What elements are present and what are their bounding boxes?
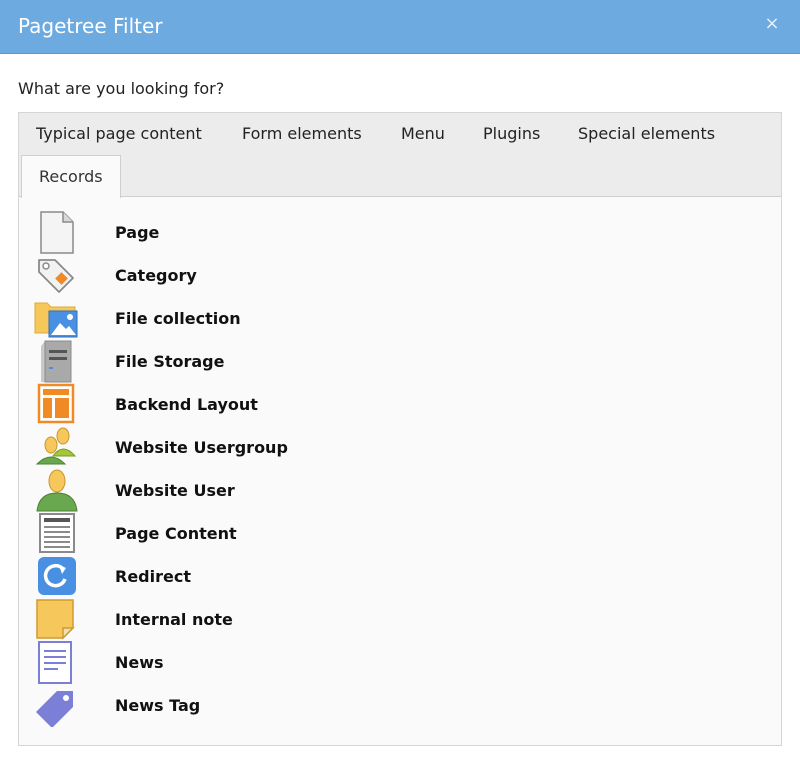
note-icon [36,599,75,640]
dialog-title: Pagetree Filter [18,14,163,38]
record-item-file-storage[interactable]: File Storage [33,340,633,383]
record-label: Internal note [115,610,233,629]
record-item-page[interactable]: Page [33,211,633,254]
record-label: Category [115,266,197,285]
record-label: Page [115,223,160,242]
page-icon [40,211,74,254]
tab-typical-page-content[interactable]: Typical page content [19,113,219,155]
usergroup-icon [35,427,77,465]
backend-layout-icon [37,383,75,424]
close-icon[interactable]: × [762,14,782,34]
dialog-header: Pagetree Filter × [0,0,800,54]
wizard-panel: Typical page content Form elements Menu … [18,112,782,746]
tab-row-1: Typical page content Form elements Menu … [19,113,781,155]
redirect-icon [38,557,76,595]
category-tag-icon [38,259,74,293]
question-text: What are you looking for? [18,79,225,98]
record-item-news-tag[interactable]: News Tag [33,684,633,727]
record-item-backend-layout[interactable]: Backend Layout [33,383,633,426]
record-label: Website Usergroup [115,438,288,457]
records-list: Page Category File collection File Stora… [19,196,781,745]
record-item-website-usergroup[interactable]: Website Usergroup [33,426,633,469]
record-item-internal-note[interactable]: Internal note [33,598,633,641]
record-label: Website User [115,481,235,500]
record-item-website-user[interactable]: Website User [33,469,633,512]
record-item-news[interactable]: News [33,641,633,684]
record-label: File Storage [115,352,225,371]
page-content-icon [39,513,75,553]
record-label: Backend Layout [115,395,258,414]
record-item-category[interactable]: Category [33,254,633,297]
news-icon [38,641,72,684]
tab-row-2: Records [19,155,781,198]
tab-records[interactable]: Records [21,155,121,198]
record-item-file-collection[interactable]: File collection [33,297,633,340]
record-item-redirect[interactable]: Redirect [33,555,633,598]
tab-plugins[interactable]: Plugins [466,113,557,155]
tab-menu[interactable]: Menu [384,113,462,155]
record-label: Page Content [115,524,237,543]
record-label: News [115,653,164,672]
file-storage-icon [41,340,72,383]
record-label: News Tag [115,696,201,715]
record-label: Redirect [115,567,191,586]
tab-form-elements[interactable]: Form elements [225,113,379,155]
record-item-page-content[interactable]: Page Content [33,512,633,555]
news-tag-icon [36,691,73,727]
tab-special-elements[interactable]: Special elements [561,113,732,155]
user-icon [36,469,78,512]
file-collection-icon [34,302,78,338]
record-label: File collection [115,309,241,328]
